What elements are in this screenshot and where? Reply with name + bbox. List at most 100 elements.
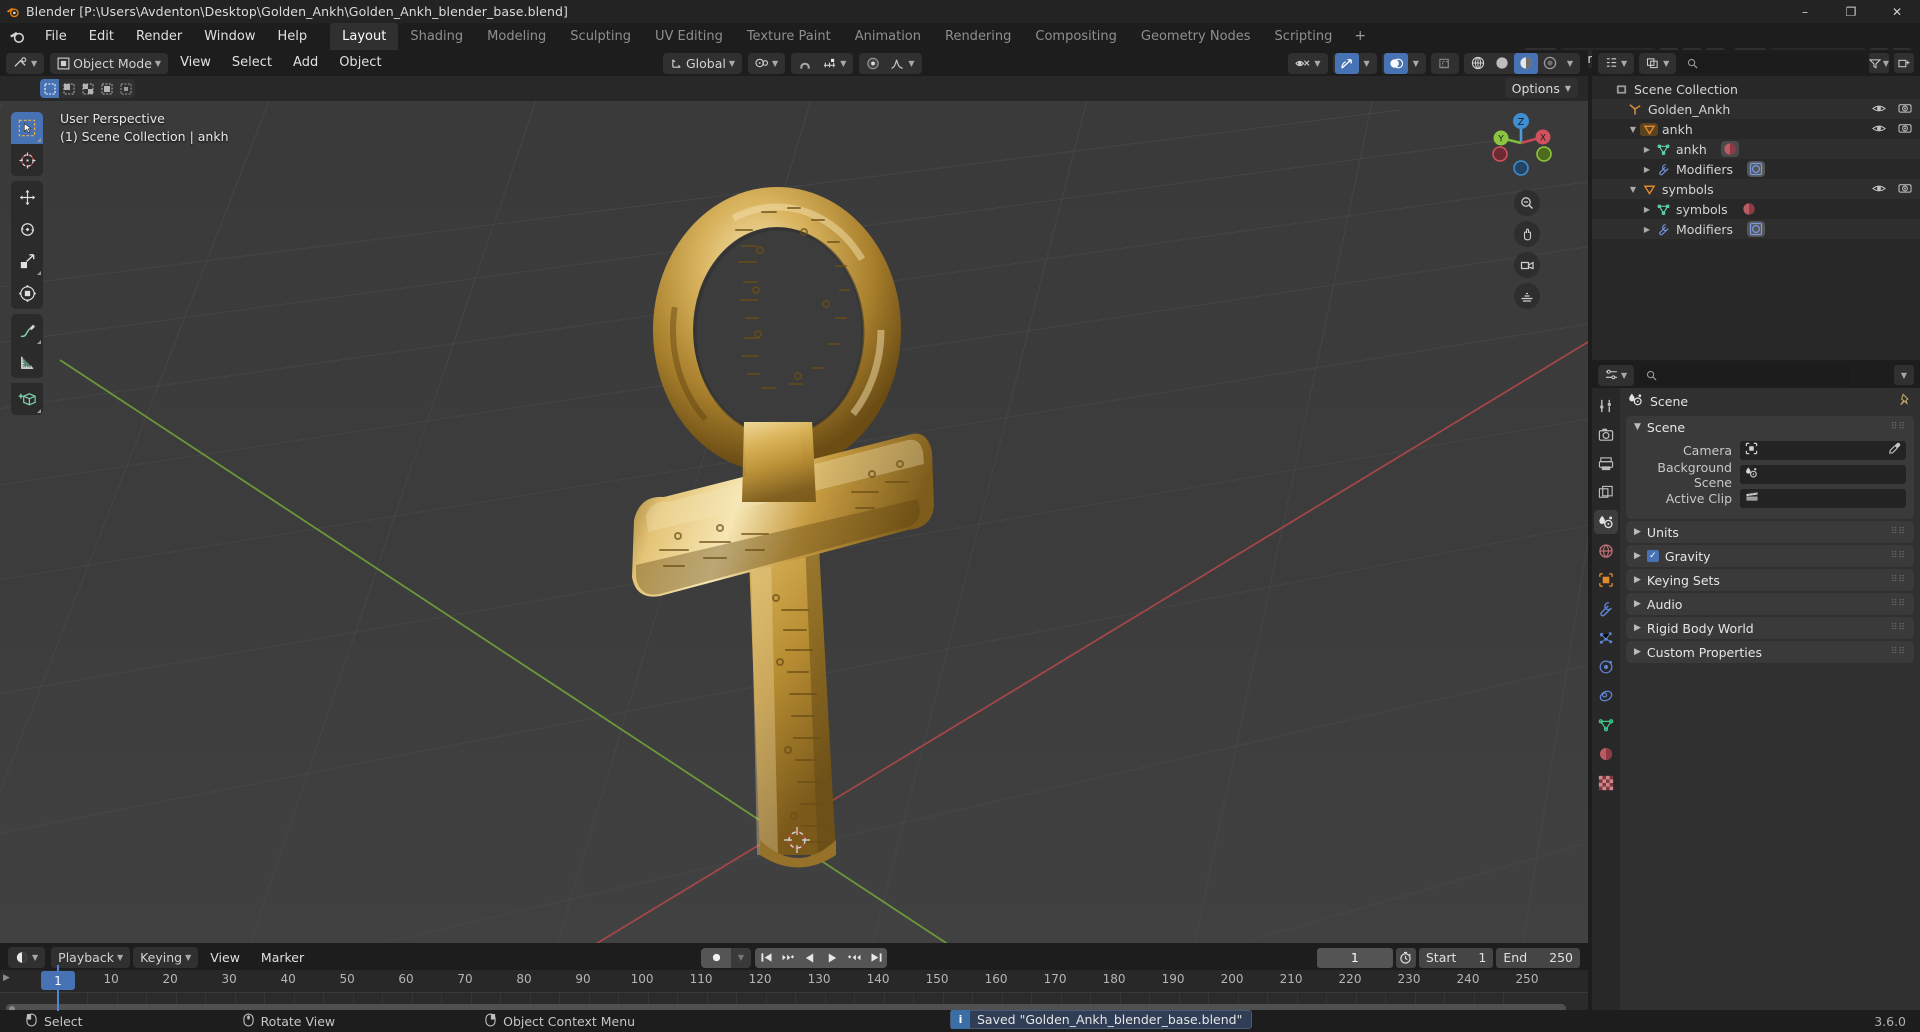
playhead-label[interactable]: 1 — [41, 971, 75, 990]
tab-layout[interactable]: Layout — [330, 23, 399, 50]
measure-tool[interactable] — [11, 346, 43, 378]
constraint-icon[interactable] — [1594, 684, 1618, 708]
minimize-button[interactable]: – — [1782, 0, 1828, 23]
properties-editor-type[interactable]: ▼ — [1598, 364, 1635, 386]
tab-sculpting[interactable]: Sculpting — [558, 23, 643, 50]
tab-rendering[interactable]: Rendering — [933, 23, 1023, 50]
scale-tool[interactable] — [11, 245, 43, 277]
gizmo-settings-dropdown[interactable]: ▼ — [1359, 53, 1375, 74]
outliner-display-mode[interactable]: ▼ — [1639, 52, 1677, 74]
panel-keying-sets[interactable]: ▶ Keying Sets ⠿⠿ — [1626, 569, 1914, 591]
panel-rigid-body-world[interactable]: ▶ Rigid Body World ⠿⠿ — [1626, 617, 1914, 639]
disable-in-renders-icon[interactable] — [1898, 122, 1912, 137]
material-preview-button[interactable] — [1513, 52, 1538, 74]
panel-custom-properties-header[interactable]: ▶ Custom Properties ⠿⠿ — [1626, 641, 1914, 663]
eyedropper-icon[interactable] — [1888, 442, 1901, 459]
disclosure-triangle[interactable]: ▶ — [1640, 205, 1654, 214]
solid-shading-button[interactable] — [1490, 53, 1514, 74]
panel-audio[interactable]: ▶ Audio ⠿⠿ — [1626, 593, 1914, 615]
navigation-gizmo[interactable]: Z Y X — [1486, 108, 1556, 178]
auto-keying-toggle[interactable] — [701, 947, 731, 968]
show-overlays-toggle[interactable] — [1383, 52, 1408, 74]
3d-viewport[interactable]: ▼ Object Mode ▼ View Select Add Object G… — [0, 50, 1588, 943]
gravity-checkbox[interactable]: ✓ — [1646, 550, 1659, 562]
outliner-row-golden-ankh[interactable]: Golden_Ankh — [1592, 99, 1920, 119]
panel-gravity[interactable]: ▶ ✓ Gravity ⠿⠿ — [1626, 545, 1914, 567]
hide-in-viewport-icon[interactable] — [1872, 122, 1886, 137]
viewport-menu-object[interactable]: Object — [330, 53, 390, 73]
world-icon[interactable] — [1594, 539, 1618, 563]
object-icon[interactable] — [1594, 568, 1618, 592]
select-subtract-button[interactable] — [78, 79, 97, 98]
camera-view-button[interactable] — [1514, 252, 1540, 278]
next-keyframe-icon[interactable] — [843, 947, 865, 968]
annotate-tool[interactable] — [11, 314, 43, 346]
select-intersect-button[interactable] — [116, 79, 135, 98]
panel-scene-header[interactable]: ▼ Scene ⠿⠿ — [1626, 416, 1914, 438]
scene-icon[interactable] — [1594, 510, 1618, 534]
auto-keying-group[interactable]: ▼ — [701, 947, 751, 968]
background-scene-field[interactable] — [1740, 465, 1906, 484]
timeline-marker-menu[interactable]: Marker — [252, 948, 313, 967]
outliner-row-ankh-mesh[interactable]: ▶ ankh — [1592, 139, 1920, 159]
shading-mode-group[interactable]: ▼ — [1463, 52, 1580, 74]
viewport-menu-view[interactable]: View — [171, 53, 220, 73]
modifier-icon[interactable] — [1594, 597, 1618, 621]
panel-audio-header[interactable]: ▶ Audio ⠿⠿ — [1626, 593, 1914, 615]
tab-shading[interactable]: Shading — [398, 23, 475, 50]
tab-geometry-nodes[interactable]: Geometry Nodes — [1129, 23, 1263, 50]
outliner-row-ankh-object[interactable]: ▼ ankh — [1592, 119, 1920, 139]
viewport-menu-add[interactable]: Add — [284, 53, 327, 73]
play-icon[interactable] — [821, 947, 843, 968]
output-icon[interactable] — [1594, 452, 1618, 476]
xray-toggle[interactable] — [1430, 52, 1459, 74]
properties-options-dropdown[interactable]: ▼ — [1894, 365, 1914, 385]
select-invert-button[interactable] — [97, 79, 116, 98]
panel-gravity-header[interactable]: ▶ ✓ Gravity ⠿⠿ — [1626, 545, 1914, 567]
outliner-row-scene-collection[interactable]: Scene Collection — [1592, 79, 1920, 99]
prev-keyframe-icon[interactable] — [777, 947, 799, 968]
zoom-view-button[interactable] — [1514, 190, 1540, 216]
texture-icon[interactable] — [1594, 771, 1618, 795]
panel-units[interactable]: ▶ Units ⠿⠿ — [1626, 521, 1914, 543]
timeline-editor-type[interactable]: ▼ — [8, 947, 46, 968]
maximize-button[interactable]: ❐ — [1828, 0, 1874, 23]
transform-tool[interactable] — [11, 277, 43, 309]
add-cube-tool[interactable] — [11, 383, 43, 415]
disclosure-triangle[interactable]: ▶ — [1640, 145, 1654, 154]
view-layer-icon[interactable] — [1594, 481, 1618, 505]
proportional-edit-toggle[interactable] — [861, 53, 885, 74]
panel-keying-sets-header[interactable]: ▶ Keying Sets ⠿⠿ — [1626, 569, 1914, 591]
overlay-settings-dropdown[interactable]: ▼ — [1408, 53, 1424, 74]
properties-editor[interactable]: ▼ ▼ Scene ▼ Scene ⠿⠿ Camera Background S… — [1592, 362, 1920, 1017]
menu-edit[interactable]: Edit — [78, 26, 125, 47]
close-button[interactable]: ✕ — [1874, 0, 1920, 23]
pan-view-button[interactable] — [1514, 221, 1540, 247]
tab-compositing[interactable]: Compositing — [1023, 23, 1129, 50]
pivot-point-dropdown[interactable]: ▼ — [748, 52, 786, 74]
pin-icon[interactable] — [1898, 392, 1912, 410]
disclosure-triangle[interactable]: ▶ — [1640, 225, 1654, 234]
gizmo-group[interactable]: ▼ — [1332, 52, 1377, 74]
outliner-new-collection-button[interactable] — [1894, 53, 1914, 73]
editor-type-selector[interactable]: ▼ — [6, 52, 45, 74]
tab-scripting[interactable]: Scripting — [1263, 23, 1345, 50]
auto-keying-settings[interactable]: ▼ — [731, 947, 751, 968]
menu-help[interactable]: Help — [267, 26, 319, 47]
snapping-group[interactable]: ▼ — [791, 52, 854, 74]
timeline-keying-menu[interactable]: Keying ▼ — [133, 947, 199, 968]
timeline-playback-menu[interactable]: Playback ▼ — [51, 947, 131, 968]
frame-start-field[interactable]: Start 1 — [1418, 947, 1494, 968]
menu-file[interactable]: File — [34, 26, 78, 47]
timeline-view-menu[interactable]: View — [201, 948, 249, 967]
disable-in-renders-icon[interactable] — [1898, 102, 1912, 117]
disclosure-triangle-open[interactable]: ▼ — [1626, 125, 1640, 134]
proportional-edit-group[interactable]: ▼ — [859, 52, 922, 74]
outliner-row-symbols-modifiers[interactable]: ▶ Modifiers — [1592, 219, 1920, 239]
viewport-options-dropdown[interactable]: Options ▼ — [1504, 78, 1578, 98]
panel-custom-properties[interactable]: ▶ Custom Properties ⠿⠿ — [1626, 641, 1914, 663]
select-extend-button[interactable] — [59, 79, 78, 98]
tab-uv-editing[interactable]: UV Editing — [643, 23, 735, 50]
properties-search-input[interactable] — [1640, 365, 1851, 385]
select-mode-buttons[interactable] — [40, 79, 135, 98]
